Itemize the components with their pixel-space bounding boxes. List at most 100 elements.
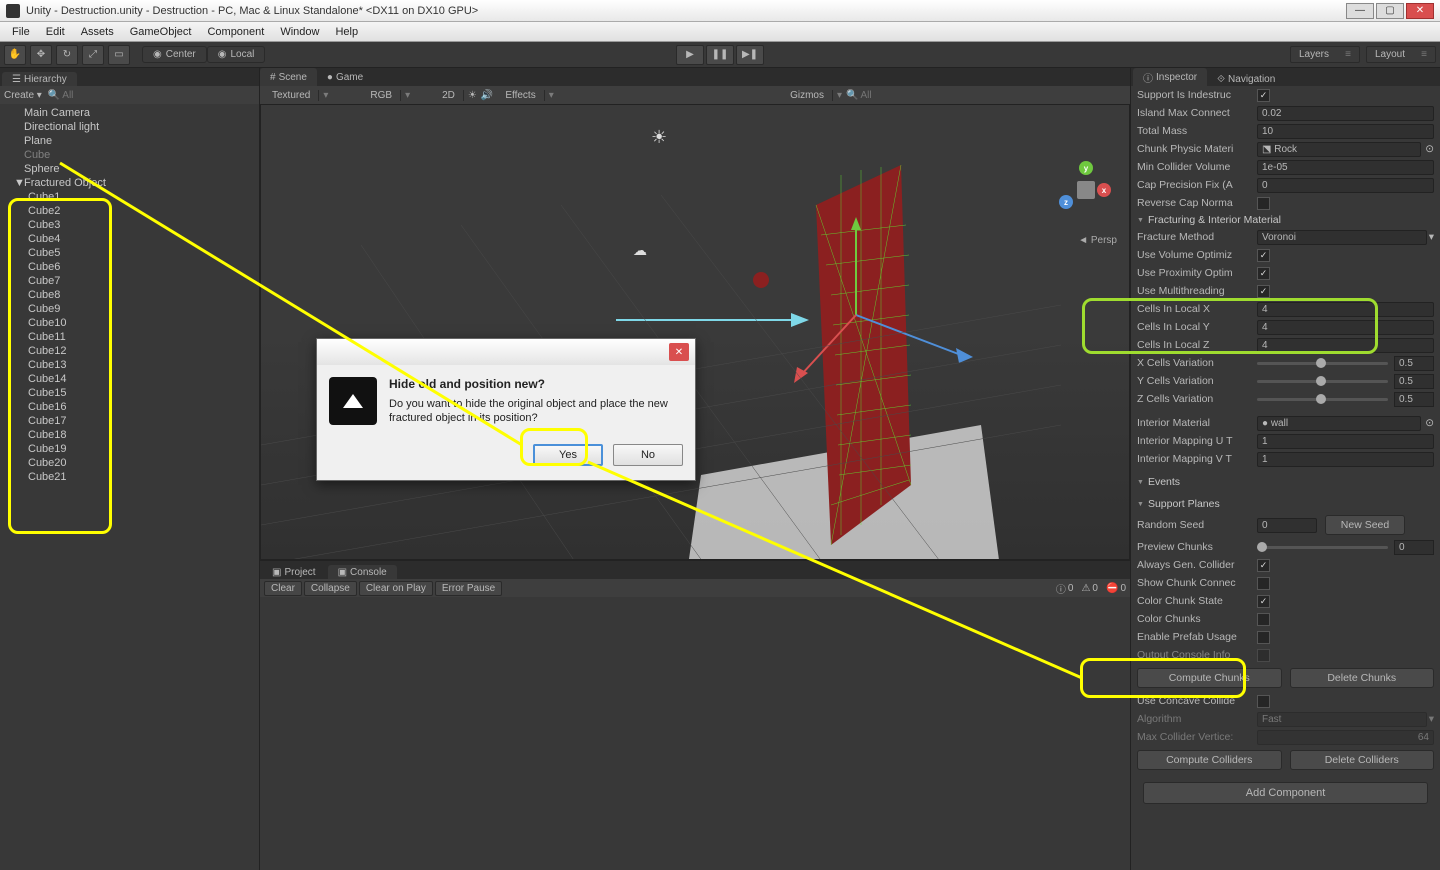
intmat-field[interactable]: ● wall xyxy=(1257,416,1421,431)
scene-gizmos[interactable]: Gizmos xyxy=(782,90,833,101)
hierarchy-item[interactable]: Plane xyxy=(0,134,259,148)
hierarchy-child-item[interactable]: Cube7 xyxy=(0,274,259,288)
colorstate-check[interactable]: ✓ xyxy=(1257,595,1270,608)
scene-viewport[interactable]: ☀ ☁ xyz ◄ Persp xyxy=(260,104,1130,560)
tab-game[interactable]: ● Game xyxy=(317,68,373,86)
console-clear[interactable]: Clear xyxy=(264,581,302,596)
hierarchy-child-item[interactable]: Cube1 xyxy=(0,190,259,204)
hierarchy-item[interactable]: Main Camera xyxy=(0,106,259,120)
scene-effects[interactable]: Effects xyxy=(497,90,544,101)
scene-2d[interactable]: 2D xyxy=(434,90,464,101)
output-check[interactable] xyxy=(1257,649,1270,662)
hierarchy-child-item[interactable]: Cube9 xyxy=(0,302,259,316)
step-button[interactable]: ▶❚ xyxy=(736,45,764,65)
scale-tool[interactable]: ⤢ xyxy=(82,45,104,65)
dialog-yes[interactable]: Yes xyxy=(533,444,603,466)
play-button[interactable]: ▶ xyxy=(676,45,704,65)
scene-light-icon[interactable]: ☀ xyxy=(468,90,477,101)
menu-help[interactable]: Help xyxy=(327,26,366,38)
hierarchy-child-item[interactable]: Cube16 xyxy=(0,400,259,414)
prefab-check[interactable] xyxy=(1257,631,1270,644)
hierarchy-child-item[interactable]: Cube3 xyxy=(0,218,259,232)
delete-chunks-btn[interactable]: Delete Chunks xyxy=(1290,668,1435,688)
hierarchy-child-item[interactable]: Cube8 xyxy=(0,288,259,302)
pause-button[interactable]: ❚❚ xyxy=(706,45,734,65)
hierarchy-child-item[interactable]: Cube17 xyxy=(0,414,259,428)
support-check[interactable]: ✓ xyxy=(1257,89,1270,102)
concave-check[interactable] xyxy=(1257,695,1270,708)
hierarchy-child-item[interactable]: Cube21 xyxy=(0,470,259,484)
island-field[interactable]: 0.02 xyxy=(1257,106,1434,121)
colorchunks-check[interactable] xyxy=(1257,613,1270,626)
delete-colliders-btn[interactable]: Delete Colliders xyxy=(1290,750,1435,770)
compute-colliders-btn[interactable]: Compute Colliders xyxy=(1137,750,1282,770)
tab-inspector[interactable]: ⓘ Inspector xyxy=(1133,68,1207,86)
seed-field[interactable]: 0 xyxy=(1257,518,1317,533)
mass-field[interactable]: 10 xyxy=(1257,124,1434,139)
zvar-slider[interactable] xyxy=(1257,398,1388,401)
hierarchy-child-item[interactable]: Cube4 xyxy=(0,232,259,246)
layout-dropdown[interactable]: Layout xyxy=(1366,46,1436,63)
hierarchy-item[interactable]: ▼Fractured Object xyxy=(0,176,259,190)
tab-project[interactable]: ▣ Project xyxy=(262,565,326,579)
algo-field[interactable]: Fast xyxy=(1257,712,1427,727)
usemt-check[interactable]: ✓ xyxy=(1257,285,1270,298)
hierarchy-item[interactable]: Cube xyxy=(0,148,259,162)
menu-assets[interactable]: Assets xyxy=(73,26,122,38)
cells-x[interactable]: 4 xyxy=(1257,302,1434,317)
hierarchy-item[interactable]: Sphere xyxy=(0,162,259,176)
menu-file[interactable]: File xyxy=(4,26,38,38)
compute-chunks-btn[interactable]: Compute Chunks xyxy=(1137,668,1282,688)
hand-tool[interactable]: ✋ xyxy=(4,45,26,65)
scene-audio-icon[interactable]: 🔊 xyxy=(481,90,493,101)
dialog-no[interactable]: No xyxy=(613,444,683,466)
hierarchy-list[interactable]: Main CameraDirectional lightPlaneCubeSph… xyxy=(0,104,259,870)
dialog-close[interactable]: ✕ xyxy=(669,343,689,361)
hierarchy-child-item[interactable]: Cube11 xyxy=(0,330,259,344)
fracture-method[interactable]: Voronoi xyxy=(1257,230,1427,245)
console-collapse[interactable]: Collapse xyxy=(304,581,357,596)
maximize-button[interactable]: ▢ xyxy=(1376,3,1404,19)
new-seed-btn[interactable]: New Seed xyxy=(1325,515,1405,535)
hierarchy-child-item[interactable]: Cube2 xyxy=(0,204,259,218)
orientation-gizmo[interactable]: xyz xyxy=(1061,165,1111,215)
hierarchy-child-item[interactable]: Cube13 xyxy=(0,358,259,372)
showconn-check[interactable] xyxy=(1257,577,1270,590)
hierarchy-child-item[interactable]: Cube5 xyxy=(0,246,259,260)
mapu-field[interactable]: 1 xyxy=(1257,434,1434,449)
hierarchy-child-item[interactable]: Cube15 xyxy=(0,386,259,400)
scene-render[interactable]: RGB xyxy=(362,90,401,101)
preview-slider[interactable] xyxy=(1257,546,1388,549)
hierarchy-child-item[interactable]: Cube10 xyxy=(0,316,259,330)
useprox-check[interactable]: ✓ xyxy=(1257,267,1270,280)
error-count[interactable]: ⛔0 xyxy=(1106,583,1126,594)
menu-component[interactable]: Component xyxy=(199,26,272,38)
menu-gameobject[interactable]: GameObject xyxy=(122,26,200,38)
always-check[interactable]: ✓ xyxy=(1257,559,1270,572)
capprec-field[interactable]: 0 xyxy=(1257,178,1434,193)
scene-shading[interactable]: Textured xyxy=(264,90,319,101)
fracturing-header[interactable]: Fracturing & Interior Material xyxy=(1131,212,1440,228)
add-component-btn[interactable]: Add Component xyxy=(1143,782,1428,804)
planes-header[interactable]: Support Planes xyxy=(1131,496,1440,512)
events-header[interactable]: Events xyxy=(1131,474,1440,490)
mincol-field[interactable]: 1e-05 xyxy=(1257,160,1434,175)
cells-y[interactable]: 4 xyxy=(1257,320,1434,335)
tab-console[interactable]: ▣ Console xyxy=(328,565,397,579)
hierarchy-child-item[interactable]: Cube19 xyxy=(0,442,259,456)
layers-dropdown[interactable]: Layers xyxy=(1290,46,1360,63)
xvar-slider[interactable] xyxy=(1257,362,1388,365)
hierarchy-search[interactable] xyxy=(62,90,255,101)
close-button[interactable]: ✕ xyxy=(1406,3,1434,19)
menu-edit[interactable]: Edit xyxy=(38,26,73,38)
hierarchy-child-item[interactable]: Cube18 xyxy=(0,428,259,442)
hierarchy-child-item[interactable]: Cube20 xyxy=(0,456,259,470)
mapv-field[interactable]: 1 xyxy=(1257,452,1434,467)
hierarchy-child-item[interactable]: Cube14 xyxy=(0,372,259,386)
rotate-tool[interactable]: ↻ xyxy=(56,45,78,65)
tab-hierarchy[interactable]: ☰ Hierarchy xyxy=(2,72,77,86)
menu-window[interactable]: Window xyxy=(272,26,327,38)
revcap-check[interactable] xyxy=(1257,197,1270,210)
hierarchy-item[interactable]: Directional light xyxy=(0,120,259,134)
console-error-pause[interactable]: Error Pause xyxy=(435,581,502,596)
